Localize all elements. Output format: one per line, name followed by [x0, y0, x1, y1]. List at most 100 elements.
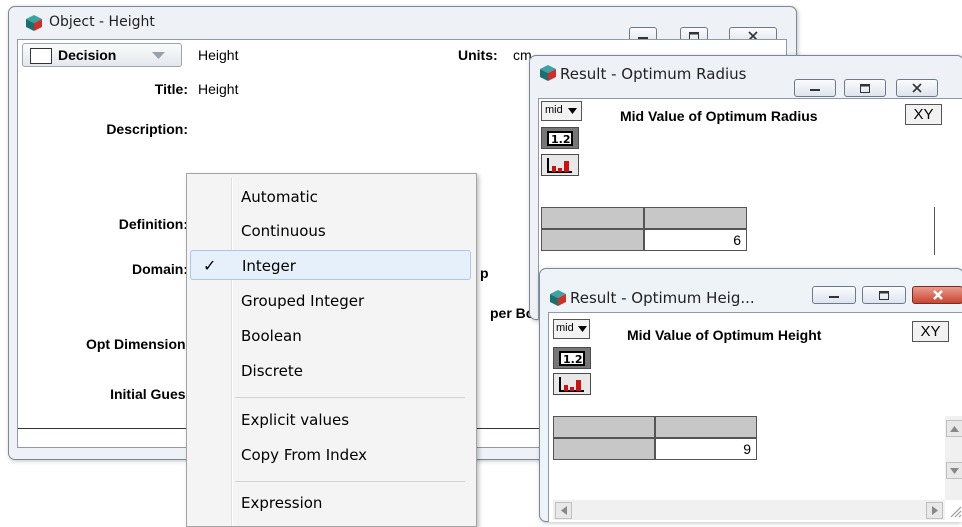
close-icon: [932, 290, 943, 300]
horizontal-scrollbar[interactable]: [553, 500, 945, 520]
result-heading: Mid Value of Optimum Radius: [620, 108, 818, 124]
chevron-right-icon: [931, 506, 938, 515]
result-heading: Mid Value of Optimum Height: [627, 327, 822, 343]
table-view-button[interactable]: 1.2: [553, 347, 591, 369]
chevron-left-icon: [560, 506, 567, 515]
view-select-value: mid: [556, 322, 574, 334]
result-height-body: mid Mid Value of Optimum Height XY 1.2 9: [548, 312, 962, 522]
units-label: Units:: [458, 47, 498, 63]
menu-item-label: Expression: [241, 494, 323, 512]
maximize-icon: [860, 83, 870, 93]
row-header-cell: [541, 229, 644, 251]
graph-view-button[interactable]: [553, 373, 591, 395]
view-select[interactable]: mid: [541, 101, 582, 121]
table-view-button[interactable]: 1.2: [541, 127, 579, 149]
menu-separator: [235, 481, 465, 482]
graph-view-icon: [559, 377, 584, 392]
index-header-cell: [644, 207, 747, 229]
menu-item-boolean[interactable]: Boolean: [190, 321, 471, 351]
close-icon: [912, 83, 922, 93]
result-height-window: Result - Optimum Heig... mid Mid Value o…: [539, 268, 962, 522]
menu-item-integer[interactable]: ✓ Integer: [190, 250, 471, 280]
vertical-scrollbar[interactable]: [945, 416, 962, 500]
menu-item-label: Grouped Integer: [241, 292, 365, 310]
minimize-icon: [810, 89, 820, 91]
analytica-cube-icon: [540, 65, 556, 81]
svg-text:1.2: 1.2: [551, 133, 571, 146]
table-view-icon: 1.2: [559, 351, 585, 366]
menu-item-copy-from-index[interactable]: Copy From Index: [190, 440, 471, 470]
menu-item-label: Automatic: [241, 188, 318, 206]
view-select[interactable]: mid: [553, 319, 590, 339]
minimize-button[interactable]: [794, 79, 836, 97]
definition-label: Definition:: [118, 216, 188, 232]
domain-label: Domain:: [132, 261, 188, 277]
analytica-cube-icon: [550, 290, 566, 306]
xy-button-label: XY: [920, 323, 941, 340]
title-field[interactable]: Height: [198, 81, 238, 97]
menu-item-label: Discrete: [241, 362, 303, 380]
menu-item-label: Continuous: [241, 222, 326, 240]
maximize-button[interactable]: [862, 286, 906, 304]
maximize-icon: [879, 290, 889, 300]
initial-guess-label: Initial Guess:: [110, 386, 198, 402]
xy-button[interactable]: XY: [905, 104, 942, 125]
menu-item-expression[interactable]: Expression: [190, 488, 471, 518]
description-label: Description:: [106, 121, 188, 137]
menu-item-explicit-values[interactable]: Explicit values: [190, 405, 471, 435]
index-header-cell: [541, 207, 644, 229]
index-header-cell: [655, 416, 757, 438]
xy-button-label: XY: [913, 106, 934, 123]
value-cell[interactable]: 6: [644, 229, 747, 251]
table-view-icon: 1.2: [547, 131, 573, 146]
graph-view-button[interactable]: [541, 154, 579, 176]
menu-separator: [235, 397, 465, 398]
index-header-cell: [553, 416, 655, 438]
minimize-icon: [829, 296, 839, 298]
menu-item-continuous[interactable]: Continuous: [190, 216, 471, 246]
lower-bound-label-fragment: p: [480, 265, 489, 281]
opt-dimensions-label: Opt Dimensions:: [85, 336, 198, 352]
chevron-up-icon: [950, 425, 959, 432]
result-grid: 6: [541, 207, 935, 255]
decision-node-shape: [30, 48, 52, 64]
upper-bound-label-fragment: per Bo: [490, 305, 535, 321]
object-window-title: Object - Height: [49, 14, 155, 30]
menu-item-label: Copy From Index: [241, 446, 368, 464]
menu-item-label: Explicit values: [241, 411, 350, 429]
menu-item-grouped-integer[interactable]: Grouped Integer: [190, 286, 471, 316]
identifier-field[interactable]: Height: [198, 47, 238, 63]
result-grid: 9: [553, 416, 758, 464]
result-radius-titlebar[interactable]: Result - Optimum Radius: [530, 56, 962, 97]
domain-menu: Automatic Continuous ✓ Integer Grouped In…: [186, 173, 477, 527]
value-cell[interactable]: 9: [655, 438, 757, 460]
maximize-button[interactable]: [844, 79, 886, 97]
menu-item-automatic[interactable]: Automatic: [190, 182, 471, 212]
xy-button[interactable]: XY: [912, 321, 949, 342]
result-height-titlebar[interactable]: Result - Optimum Heig...: [540, 269, 962, 307]
checkmark-icon: ✓: [203, 256, 217, 275]
scroll-up-button[interactable]: [946, 420, 962, 437]
view-select-value: mid: [545, 104, 563, 116]
close-button[interactable]: [912, 286, 962, 304]
resize-grip-icon[interactable]: [947, 503, 962, 518]
scroll-right-button[interactable]: [926, 502, 943, 519]
object-window-titlebar[interactable]: Object - Height: [9, 7, 796, 45]
menu-item-label: Boolean: [241, 327, 302, 345]
result-radius-title: Result - Optimum Radius: [560, 65, 747, 83]
chevron-down-icon: [578, 326, 587, 332]
chevron-down-icon: [152, 52, 165, 59]
class-select[interactable]: Decision: [22, 43, 182, 67]
menu-item-discrete[interactable]: Discrete: [190, 356, 471, 386]
menu-item-label: Integer: [242, 257, 296, 275]
analytica-cube-icon: [26, 15, 42, 31]
scroll-down-button[interactable]: [946, 462, 962, 479]
minimize-button[interactable]: [812, 286, 856, 304]
class-select-value: Decision: [58, 47, 117, 63]
scroll-left-button[interactable]: [555, 502, 572, 519]
chevron-down-icon: [950, 467, 959, 474]
row-header-cell: [553, 438, 655, 460]
close-button[interactable]: [896, 79, 938, 97]
title-label: Title:: [154, 81, 188, 97]
result-height-title: Result - Optimum Heig...: [570, 289, 755, 307]
